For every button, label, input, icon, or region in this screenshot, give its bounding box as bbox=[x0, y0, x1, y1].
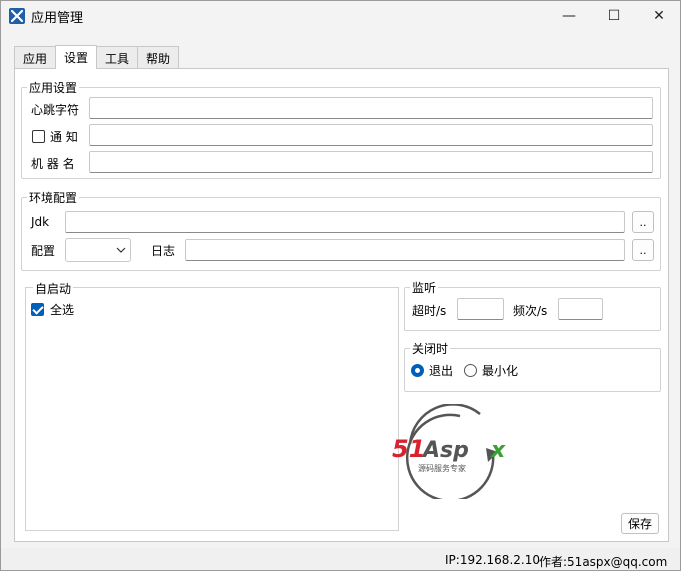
select-all-checkbox[interactable] bbox=[31, 303, 44, 316]
env-config-legend: 环境配置 bbox=[29, 191, 78, 205]
exit-radio[interactable] bbox=[411, 364, 424, 377]
monitor-legend: 监听 bbox=[412, 281, 437, 295]
frequency-input[interactable] bbox=[558, 298, 603, 320]
on-close-legend: 关闭时 bbox=[412, 342, 449, 356]
tab-label: 应用 bbox=[23, 51, 48, 66]
exit-label: 退出 bbox=[429, 364, 454, 378]
minimize-icon: — bbox=[562, 8, 576, 24]
tab-label: 工具 bbox=[105, 51, 130, 66]
autostart-legend: 自启动 bbox=[33, 280, 74, 297]
tab-tools[interactable]: 工具 bbox=[96, 46, 139, 69]
maximize-button[interactable]: ☐ bbox=[591, 1, 637, 31]
logo-mark-icon: 51 Asp x 源码服务专家 bbox=[392, 403, 506, 503]
config-select[interactable] bbox=[65, 238, 131, 262]
window-title: 应用管理 bbox=[31, 11, 84, 26]
browse-label: .. bbox=[639, 215, 647, 229]
tab-label: 设置 bbox=[64, 51, 89, 65]
log-input[interactable] bbox=[185, 239, 625, 261]
save-button[interactable]: 保存 bbox=[621, 513, 659, 534]
tab-settings[interactable]: 设置 bbox=[55, 45, 98, 69]
status-author: 作者:51aspx@qq.com bbox=[539, 555, 668, 569]
tools-icon bbox=[9, 8, 25, 24]
logo-asp: Asp bbox=[421, 438, 469, 463]
title-bar[interactable]: 应用管理 — ☐ ✕ bbox=[1, 1, 680, 31]
config-label: 配置 bbox=[31, 244, 56, 258]
minimize-label: 最小化 bbox=[482, 364, 519, 378]
notify-label: 通 知 bbox=[50, 130, 78, 144]
frequency-label: 频次/s bbox=[513, 304, 548, 318]
heartbeat-input[interactable] bbox=[89, 97, 653, 119]
app-settings-legend: 应用设置 bbox=[29, 81, 78, 95]
browse-label: .. bbox=[639, 243, 647, 257]
tab-strip: 应用 设置 工具 帮助 bbox=[14, 45, 180, 69]
close-icon: ✕ bbox=[653, 8, 665, 24]
logo-51: 51 bbox=[392, 435, 425, 463]
tab-app[interactable]: 应用 bbox=[14, 46, 57, 69]
machine-name-label: 机 器 名 bbox=[31, 157, 75, 171]
minimize-button[interactable]: — bbox=[546, 1, 592, 31]
logo-tagline: 源码服务专家 bbox=[418, 463, 466, 473]
status-bar: IP:192.168.2.10 作者:51aspx@qq.com bbox=[1, 548, 680, 570]
log-label: 日志 bbox=[151, 244, 176, 258]
status-ip: IP:192.168.2.10 bbox=[445, 553, 540, 567]
log-browse-button[interactable]: .. bbox=[632, 239, 654, 261]
select-all-label: 全选 bbox=[50, 303, 75, 317]
notify-checkbox[interactable] bbox=[32, 130, 45, 143]
logo-x: x bbox=[490, 438, 506, 463]
chevron-down-icon bbox=[116, 247, 126, 253]
jdk-browse-button[interactable]: .. bbox=[632, 211, 654, 233]
autostart-group bbox=[25, 287, 399, 531]
machine-name-input[interactable] bbox=[89, 151, 653, 173]
app-window: 应用管理 — ☐ ✕ 应用 设置 工具 帮助 应用设置 心跳字符 通 知 机 器… bbox=[0, 0, 681, 571]
jdk-label: Jdk bbox=[31, 215, 50, 229]
maximize-icon: ☐ bbox=[607, 8, 621, 24]
notify-input[interactable] bbox=[89, 124, 653, 146]
settings-panel: 应用设置 心跳字符 通 知 机 器 名 环境配置 Jdk .. 配置 日志 ..… bbox=[14, 68, 669, 542]
heartbeat-label: 心跳字符 bbox=[31, 103, 80, 117]
minimize-radio[interactable] bbox=[464, 364, 477, 377]
jdk-input[interactable] bbox=[65, 211, 625, 233]
timeout-input[interactable] bbox=[457, 298, 504, 320]
timeout-label: 超时/s bbox=[412, 304, 447, 318]
save-label: 保存 bbox=[627, 517, 652, 531]
tab-label: 帮助 bbox=[146, 51, 171, 66]
close-button[interactable]: ✕ bbox=[636, 1, 681, 31]
tab-help[interactable]: 帮助 bbox=[137, 46, 180, 69]
logo-51aspx: 51 Asp x 源码服务专家 bbox=[390, 403, 515, 503]
